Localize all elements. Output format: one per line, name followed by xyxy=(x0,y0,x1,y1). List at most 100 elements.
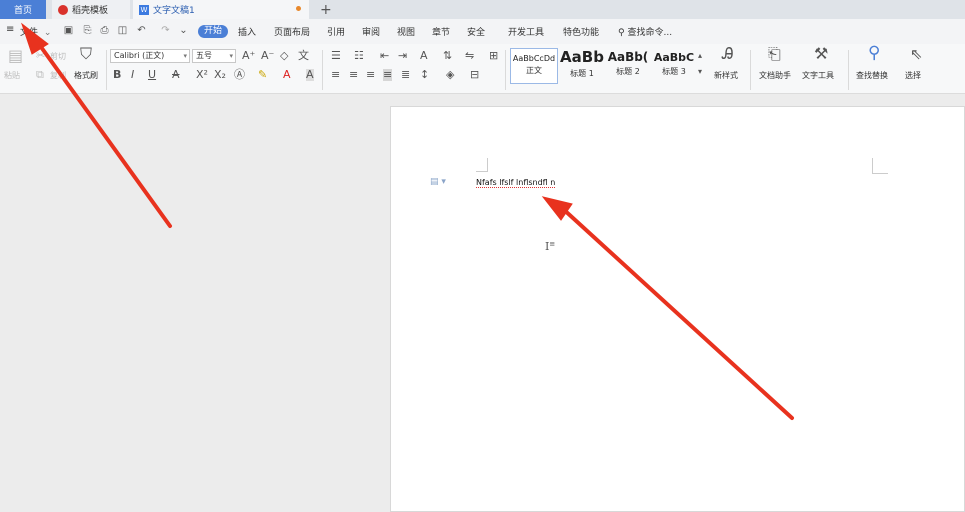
menu-special-features[interactable]: 特色功能 xyxy=(563,25,599,38)
style-heading-1[interactable]: AaBb 标题 1 xyxy=(560,48,604,84)
style-sample: AaBbCcDd xyxy=(512,54,556,63)
strikethrough-icon[interactable]: A xyxy=(172,69,180,81)
format-painter-icon[interactable]: ⛉ xyxy=(80,46,92,62)
style-name: 正文 xyxy=(526,66,542,75)
font-color-icon[interactable]: A xyxy=(283,69,291,81)
tab-home[interactable]: 首页 xyxy=(0,0,46,19)
document-text[interactable]: Nfafs lfslf lnflsndfl n xyxy=(476,178,556,188)
decrease-font-icon[interactable]: A⁻ xyxy=(261,50,274,62)
print-preview-icon[interactable]: ◫ xyxy=(117,26,128,36)
menu-start[interactable]: 开始 xyxy=(198,25,228,38)
menu-view[interactable]: 视图 xyxy=(397,25,415,38)
menu-page-layout[interactable]: 页面布局 xyxy=(274,25,310,38)
new-style-icon[interactable]: Ꭿ xyxy=(722,46,734,62)
text-cursor-icon: I≡ xyxy=(545,240,556,253)
subscript-icon[interactable]: X₂ xyxy=(214,69,226,81)
redo-icon[interactable]: ↷ xyxy=(160,26,171,36)
underline-icon[interactable]: U xyxy=(148,69,156,81)
italic-icon[interactable]: I xyxy=(131,69,134,81)
font-name-value: Calibri (正文) xyxy=(114,51,165,60)
pinyin-guide-icon[interactable]: 文 xyxy=(298,50,309,62)
bullet-list-icon[interactable]: ☰ xyxy=(331,50,341,62)
chevron-down-icon: ⌄ xyxy=(43,28,52,38)
font-name-select[interactable]: Calibri (正文) ▾ xyxy=(110,49,190,63)
divider xyxy=(750,50,751,90)
style-scroll-up-icon[interactable]: ▴ xyxy=(698,50,702,62)
borders-icon[interactable]: ⊟ xyxy=(470,69,479,81)
copy-button[interactable]: 复制 xyxy=(50,70,66,81)
tab-template[interactable]: 稻壳模板 xyxy=(52,0,130,19)
cut-button[interactable]: 剪切 xyxy=(50,51,66,62)
paste-button[interactable]: 粘贴 xyxy=(4,70,20,81)
justify-icon[interactable]: ≡ xyxy=(383,69,393,81)
chinese-layout-icon[interactable]: A xyxy=(420,50,428,62)
font-size-select[interactable]: 五号 ▾ xyxy=(192,49,236,63)
style-sample: AaBbC xyxy=(653,51,695,64)
file-menu[interactable]: 文件 ⌄ xyxy=(20,25,51,38)
magnifier-icon[interactable]: ⚲ xyxy=(868,45,880,62)
distribute-icon[interactable]: ≣ xyxy=(401,69,410,81)
align-center-icon[interactable]: ≡ xyxy=(349,69,358,81)
tab-home-label: 首页 xyxy=(13,6,32,16)
menu-security[interactable]: 安全 xyxy=(467,25,485,38)
superscript-icon[interactable]: X² xyxy=(196,69,208,81)
clear-format-icon[interactable]: ◇ xyxy=(280,50,288,62)
numbered-list-icon[interactable]: ☷ xyxy=(354,50,364,62)
style-heading-3[interactable]: AaBbC 标题 3 xyxy=(652,48,696,84)
style-normal[interactable]: AaBbCcDd 正文 xyxy=(510,48,558,84)
copy-icon[interactable]: ⧉ xyxy=(36,69,44,81)
margin-corner-top-left xyxy=(476,158,488,172)
chevron-down-icon: ▾ xyxy=(229,52,233,60)
increase-indent-icon[interactable]: ⇥ xyxy=(398,50,407,62)
char-shading-icon[interactable]: A xyxy=(306,69,314,81)
divider xyxy=(322,50,323,90)
find-replace-button[interactable]: 查找替换 xyxy=(856,70,888,81)
command-search-label: 查找命令... xyxy=(627,28,673,38)
ribbon-start: ▤ 粘贴 ✂ 剪切 ⧉ 复制 ⛉ 格式刷 Calibri (正文) ▾ 五号 ▾… xyxy=(0,44,965,94)
quick-access-dropdown-icon[interactable]: ⌄ xyxy=(178,26,189,36)
hamburger-icon[interactable]: ≡ xyxy=(6,24,14,35)
style-heading-2[interactable]: AaBb( 标题 2 xyxy=(606,48,650,84)
paragraph-handle-icon[interactable]: ▤ ▾ xyxy=(430,177,446,187)
menu-developer-tools[interactable]: 开发工具 xyxy=(508,25,544,38)
paste-icon[interactable]: ▤ xyxy=(8,48,23,64)
menu-chapter[interactable]: 章节 xyxy=(432,25,450,38)
select-button[interactable]: 选择 xyxy=(905,70,921,81)
doc-assistant-icon[interactable]: ⎗ xyxy=(768,46,781,62)
style-sample: AaBb xyxy=(560,48,604,66)
text-effect-icon[interactable]: Ⓐ xyxy=(234,69,245,81)
command-search[interactable]: ⚲ 查找命令... xyxy=(618,25,672,38)
align-left-icon[interactable]: ≡ xyxy=(331,69,340,81)
table-border-icon[interactable]: ⊞ xyxy=(489,50,498,62)
margin-corner-top-right xyxy=(872,158,888,174)
unsaved-dot-icon xyxy=(296,6,301,11)
shading-icon[interactable]: ◈ xyxy=(446,69,454,81)
style-scroll-down-icon[interactable]: ▾ xyxy=(698,66,702,78)
menu-reference[interactable]: 引用 xyxy=(327,25,345,38)
tab-document[interactable]: W 文字文稿1 xyxy=(133,0,309,19)
format-painter-button[interactable]: 格式刷 xyxy=(74,70,98,81)
print-icon[interactable]: ⎙ xyxy=(99,26,110,36)
undo-icon[interactable]: ↶ xyxy=(136,26,147,36)
bold-icon[interactable]: B xyxy=(113,69,121,81)
menu-review[interactable]: 审阅 xyxy=(362,25,380,38)
docer-logo-icon xyxy=(58,4,68,15)
wrench-icon[interactable]: ⚒ xyxy=(814,46,828,62)
tab-bar: 首页 稻壳模板 W 文字文稿1 + xyxy=(0,0,965,19)
decrease-indent-icon[interactable]: ⇤ xyxy=(380,50,389,62)
menu-insert[interactable]: 插入 xyxy=(238,25,256,38)
align-right-icon[interactable]: ≡ xyxy=(366,69,375,81)
output-icon[interactable]: ⎘ xyxy=(82,26,93,36)
new-style-button[interactable]: 新样式 xyxy=(714,70,738,81)
doc-assistant-button[interactable]: 文档助手 xyxy=(759,70,791,81)
save-icon[interactable]: ▣ xyxy=(63,26,74,36)
sort-icon[interactable]: ⇅ xyxy=(443,50,452,62)
new-tab-button[interactable]: + xyxy=(316,0,336,19)
show-marks-icon[interactable]: ⇋ xyxy=(465,50,474,62)
pointer-icon[interactable]: ⇖ xyxy=(910,47,923,62)
highlight-icon[interactable]: ✎ xyxy=(258,69,267,81)
increase-font-icon[interactable]: A⁺ xyxy=(242,50,255,62)
cut-icon[interactable]: ✂ xyxy=(36,50,45,62)
line-spacing-icon[interactable]: ↕ xyxy=(420,69,429,81)
text-tools-button[interactable]: 文字工具 xyxy=(802,70,834,81)
